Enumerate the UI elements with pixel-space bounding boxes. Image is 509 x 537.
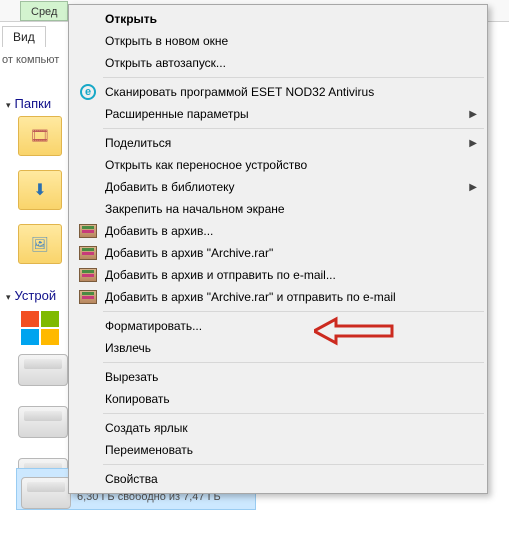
submenu-arrow-icon: ▶ xyxy=(469,138,477,149)
menu-share[interactable]: Поделиться ▶ xyxy=(71,132,485,154)
menu-open-portable[interactable]: Открыть как переносное устройство xyxy=(71,154,485,176)
separator xyxy=(103,362,484,363)
folder-icon[interactable]: 🖼 xyxy=(18,224,62,264)
breadcrumb: от компьют xyxy=(2,54,59,66)
collapse-icon: ▾ xyxy=(6,292,11,302)
winrar-icon xyxy=(79,224,97,238)
drive-icon[interactable] xyxy=(18,406,68,438)
menu-add-archive-rar[interactable]: Добавить в архив "Archive.rar" xyxy=(71,242,485,264)
section-devices[interactable]: ▾Устрой xyxy=(6,288,56,303)
eset-icon: e xyxy=(80,84,96,100)
folder-icons: 🎞 ⬇ 🖼 xyxy=(18,116,66,278)
menu-eject[interactable]: Извлечь xyxy=(71,337,485,359)
section-folders[interactable]: ▾Папки xyxy=(6,96,51,111)
collapse-icon: ▾ xyxy=(6,100,11,110)
separator xyxy=(103,128,484,129)
menu-add-library[interactable]: Добавить в библиотеку ▶ xyxy=(71,176,485,198)
menu-eset-scan[interactable]: e Сканировать программой ESET NOD32 Anti… xyxy=(71,81,485,103)
menu-add-archive[interactable]: Добавить в архив... xyxy=(71,220,485,242)
menu-rename[interactable]: Переименовать xyxy=(71,439,485,461)
menu-advanced[interactable]: Расширенные параметры ▶ xyxy=(71,103,485,125)
winrar-icon xyxy=(79,268,97,282)
folder-icon[interactable]: 🎞 xyxy=(18,116,62,156)
menu-open-new-window[interactable]: Открыть в новом окне xyxy=(71,30,485,52)
submenu-arrow-icon: ▶ xyxy=(469,109,477,120)
separator xyxy=(103,77,484,78)
winrar-icon xyxy=(79,246,97,260)
context-menu: Открыть Открыть в новом окне Открыть авт… xyxy=(68,4,488,494)
usb-drive-icon xyxy=(21,477,71,509)
menu-pin-start[interactable]: Закрепить на начальном экране xyxy=(71,198,485,220)
ribbon-button[interactable]: Сред xyxy=(20,1,68,21)
separator xyxy=(103,311,484,312)
drive-icon[interactable] xyxy=(18,354,68,386)
menu-add-archive-rar-email[interactable]: Добавить в архив "Archive.rar" и отправи… xyxy=(71,286,485,308)
tab-view[interactable]: Вид xyxy=(2,26,46,47)
menu-format[interactable]: Форматировать... xyxy=(71,315,485,337)
menu-properties[interactable]: Свойства xyxy=(71,468,485,490)
separator xyxy=(103,464,484,465)
folder-icon[interactable]: ⬇ xyxy=(18,170,62,210)
menu-open-autoplay[interactable]: Открыть автозапуск... xyxy=(71,52,485,74)
menu-cut[interactable]: Вырезать xyxy=(71,366,485,388)
submenu-arrow-icon: ▶ xyxy=(469,182,477,193)
menu-add-archive-email[interactable]: Добавить в архив и отправить по e-mail..… xyxy=(71,264,485,286)
menu-copy[interactable]: Копировать xyxy=(71,388,485,410)
separator xyxy=(103,413,484,414)
windows-drive-icon[interactable] xyxy=(18,308,62,348)
menu-create-shortcut[interactable]: Создать ярлык xyxy=(71,417,485,439)
menu-open[interactable]: Открыть xyxy=(71,8,485,30)
winrar-icon xyxy=(79,290,97,304)
